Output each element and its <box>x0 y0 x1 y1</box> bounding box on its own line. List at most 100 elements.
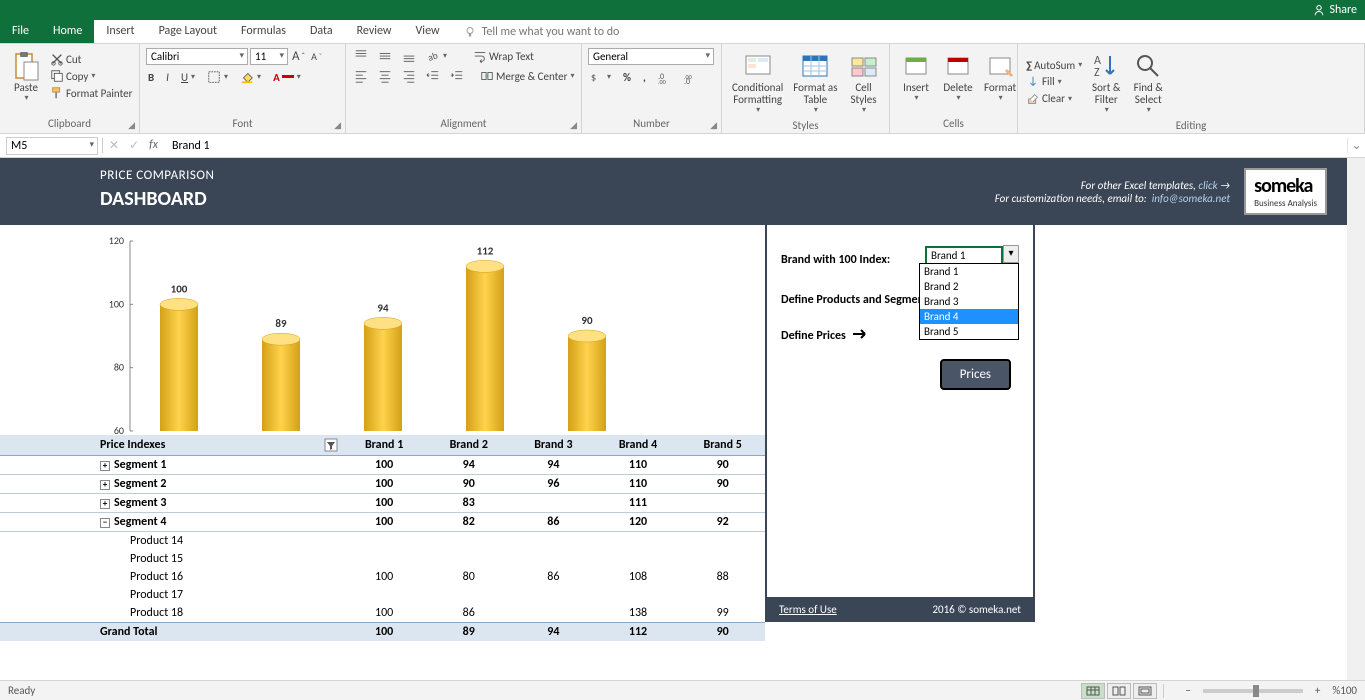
expand-icon[interactable]: + <box>100 461 110 471</box>
clear-button[interactable]: Clear▾ <box>1024 91 1084 107</box>
table-header[interactable]: Brand 5 <box>680 435 765 456</box>
merge-center-button[interactable]: Merge & Center▾ <box>478 68 577 84</box>
brand-dropdown-list[interactable]: Brand 1Brand 2Brand 3Brand 4Brand 5 <box>919 263 1019 340</box>
cut-button[interactable]: Cut <box>48 51 134 67</box>
cell-styles-button[interactable]: Cell Styles▾ <box>844 48 884 117</box>
table-header[interactable]: Brand 4 <box>596 435 681 456</box>
conditional-formatting-button[interactable]: Conditional Formatting▾ <box>728 48 787 117</box>
zoom-in-button[interactable]: + <box>1311 684 1324 697</box>
align-center-button[interactable] <box>376 68 394 84</box>
brand-dropdown-icon[interactable]: ▾ <box>1003 245 1019 263</box>
orientation-button[interactable]: ab▾ <box>424 48 449 64</box>
percent-button[interactable]: % <box>621 70 633 85</box>
number-format-select[interactable]: General <box>588 48 714 65</box>
zoom-slider[interactable] <box>1203 689 1303 693</box>
increase-font-button[interactable]: Aˆ <box>290 48 307 65</box>
align-right-button[interactable] <box>400 68 418 84</box>
fx-icon[interactable]: fx <box>149 138 158 153</box>
formula-input[interactable]: Brand 1 <box>164 138 1347 154</box>
number-launcher[interactable]: ◢ <box>710 120 717 131</box>
brand-option[interactable]: Brand 4 <box>920 309 1018 324</box>
page-layout-view-button[interactable] <box>1107 683 1131 699</box>
tab-page-layout[interactable]: Page Layout <box>147 20 229 43</box>
tab-home[interactable]: Home <box>41 20 94 43</box>
email-link[interactable]: info@someka.net <box>1152 192 1230 205</box>
cancel-formula-icon[interactable]: ✕ <box>109 138 119 153</box>
tab-insert[interactable]: Insert <box>94 20 146 43</box>
table-header[interactable]: Brand 3 <box>511 435 596 456</box>
comma-button[interactable]: , <box>641 70 648 85</box>
tab-formulas[interactable]: Formulas <box>229 20 298 43</box>
svg-text:120: 120 <box>109 234 124 247</box>
zoom-out-button[interactable]: − <box>1181 684 1194 697</box>
align-top-button[interactable] <box>352 48 370 64</box>
table-header[interactable]: Brand 2 <box>426 435 511 456</box>
accept-formula-icon[interactable]: ✓ <box>129 138 139 153</box>
fill-button[interactable]: Fill▾ <box>1024 74 1084 90</box>
arrow-right-icon <box>853 329 869 339</box>
increase-decimal-button[interactable]: .0.00 <box>656 69 674 85</box>
font-launcher[interactable]: ◢ <box>334 120 341 131</box>
expand-icon[interactable]: − <box>100 518 110 528</box>
font-size-select[interactable]: 11 <box>250 48 288 65</box>
decrease-indent-button[interactable] <box>424 68 442 84</box>
find-select-button[interactable]: Find & Select▾ <box>1128 48 1168 117</box>
price-table: Price IndexesBrand 1Brand 2Brand 3Brand … <box>0 435 765 641</box>
delete-cells-button[interactable]: Delete▾ <box>938 48 978 105</box>
table-row: −Segment 4100828612092 <box>0 513 765 532</box>
filter-icon[interactable] <box>324 438 338 452</box>
sort-filter-button[interactable]: AZSort & Filter▾ <box>1086 48 1126 117</box>
font-name-select[interactable]: Calibri <box>146 48 248 65</box>
clipboard-launcher[interactable]: ◢ <box>128 120 135 131</box>
align-bottom-button[interactable] <box>400 48 418 64</box>
format-as-table-button[interactable]: Format as Table▾ <box>789 48 841 117</box>
font-color-button[interactable]: A▾ <box>271 70 303 85</box>
prices-button[interactable]: Prices <box>940 359 1011 390</box>
copy-button[interactable]: Copy▾ <box>48 68 134 84</box>
templates-link[interactable]: click <box>1198 179 1217 192</box>
tab-file[interactable]: File <box>0 20 41 43</box>
italic-button[interactable]: I <box>164 70 171 85</box>
normal-view-button[interactable] <box>1081 683 1105 699</box>
insert-cells-button[interactable]: Insert▾ <box>896 48 936 105</box>
share-button[interactable]: Share <box>1313 3 1357 17</box>
formula-expand-icon[interactable]: ⌄ <box>1347 138 1365 153</box>
page-break-view-button[interactable] <box>1133 683 1157 699</box>
terms-link[interactable]: Terms of Use <box>779 603 837 616</box>
decrease-decimal-button[interactable]: .00.0 <box>682 69 700 85</box>
align-middle-button[interactable] <box>376 48 394 64</box>
worksheet[interactable]: PRICE COMPARISON DASHBOARD For other Exc… <box>0 158 1365 680</box>
underline-button[interactable]: U▾ <box>179 70 197 85</box>
name-box[interactable]: M5 <box>6 137 98 155</box>
brand-option[interactable]: Brand 3 <box>920 294 1018 309</box>
fill-color-button[interactable]: ▾ <box>238 69 263 85</box>
table-row: Product 16100808610888 <box>0 568 765 586</box>
format-cells-button[interactable]: Format▾ <box>980 48 1020 105</box>
group-clipboard-label: Clipboard◢ <box>6 115 133 131</box>
tab-review[interactable]: Review <box>345 20 404 43</box>
expand-icon[interactable]: + <box>100 499 110 509</box>
decrease-font-button[interactable]: Aˇ <box>309 49 324 64</box>
brand-option[interactable]: Brand 5 <box>920 324 1018 339</box>
tab-view[interactable]: View <box>404 20 452 43</box>
autosum-button[interactable]: ∑ AutoSum▾ <box>1024 58 1084 73</box>
zoom-level[interactable]: %100 <box>1332 684 1357 697</box>
increase-indent-button[interactable] <box>448 68 466 84</box>
svg-text:100: 100 <box>171 282 188 295</box>
format-painter-button[interactable]: Format Painter <box>48 85 134 101</box>
tab-data[interactable]: Data <box>298 20 345 43</box>
table-header[interactable]: Brand 1 <box>342 435 427 456</box>
table-header[interactable]: Price Indexes <box>0 435 342 456</box>
svg-text:Z: Z <box>1094 66 1100 80</box>
alignment-launcher[interactable]: ◢ <box>570 120 577 131</box>
tell-me[interactable]: Tell me what you want to do <box>452 20 632 43</box>
accounting-button[interactable]: $▾ <box>588 69 613 85</box>
align-left-button[interactable] <box>352 68 370 84</box>
brand-option[interactable]: Brand 1 <box>920 264 1018 279</box>
expand-icon[interactable]: + <box>100 480 110 490</box>
borders-button[interactable]: ▾ <box>205 69 230 85</box>
wrap-text-button[interactable]: Wrap Text <box>471 48 536 64</box>
brand-option[interactable]: Brand 2 <box>920 279 1018 294</box>
paste-button[interactable]: Paste▾ <box>6 48 46 105</box>
bold-button[interactable]: B <box>146 70 156 85</box>
